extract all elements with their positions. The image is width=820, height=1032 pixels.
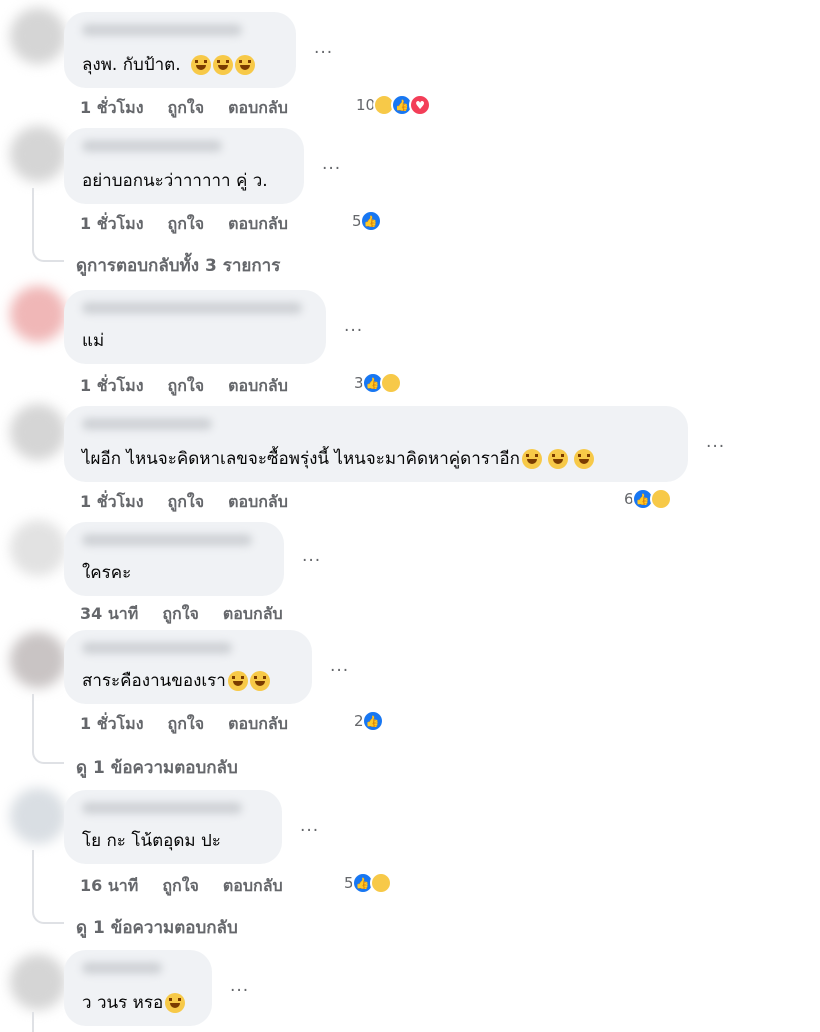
care-reaction-icon [379, 372, 402, 394]
thread-line [32, 694, 34, 750]
author-name[interactable] [82, 302, 302, 314]
comment-bubble: ใครคะ [64, 522, 284, 596]
haha-reaction-icon [369, 872, 392, 894]
avatar[interactable] [10, 520, 66, 576]
reply-button[interactable]: ตอบกลับ [228, 490, 288, 515]
more-options-button[interactable]: ... [322, 154, 341, 174]
view-replies-link[interactable]: ดู 1 ข้อความตอบกลับ [76, 754, 238, 781]
like-reaction-icon: 👍 [359, 210, 382, 232]
reaction-summary[interactable]: 5 👍 [352, 210, 382, 232]
like-button[interactable]: ถูกใจ [168, 374, 205, 399]
joy-emoji [249, 670, 270, 691]
thread-connector [32, 750, 64, 764]
timestamp[interactable]: 16 นาที [80, 874, 138, 899]
comment-bubble: ไผอีก ไหนจะคิดหาเลขจะซื้อพรุ่งนี้ ไหนจะม… [64, 406, 688, 482]
reaction-summary[interactable]: 6 👍 [624, 488, 672, 510]
avatar[interactable] [10, 126, 66, 182]
reply-button[interactable]: ตอบกลับ [228, 374, 288, 399]
like-button[interactable]: ถูกใจ [162, 874, 199, 899]
like-button[interactable]: ถูกใจ [168, 490, 205, 515]
comment-actions: 16 นาที ถูกใจ ตอบกลับ [80, 874, 307, 899]
avatar[interactable] [10, 954, 66, 1010]
comment-text: ว วนร หรอ [82, 989, 186, 1016]
reaction-summary[interactable]: 10 👍 ♥ [356, 94, 432, 116]
thread-line [32, 850, 34, 910]
comment-text: ไผอีก ไหนจะคิดหาเลขจะซื้อพรุ่งนี้ ไหนจะม… [82, 445, 594, 472]
joy-emoji [227, 670, 248, 691]
view-replies-link[interactable]: ดูการตอบกลับทั้ง 3 รายการ [76, 252, 280, 279]
reaction-summary[interactable]: 3 👍 [354, 372, 402, 394]
rofl-emoji [547, 448, 568, 469]
timestamp[interactable]: 1 ชั่วโมง [80, 712, 144, 737]
author-name[interactable] [82, 962, 162, 974]
like-reaction-icon: 👍 [361, 710, 384, 732]
comment-actions: 1 ชั่วโมง ถูกใจ ตอบกลับ [80, 96, 312, 121]
comment-text: แม่ [82, 331, 105, 351]
more-options-button[interactable]: ... [314, 38, 333, 58]
avatar[interactable] [10, 404, 66, 460]
comment-text: อย่าบอกนะว่าาาาาา คู่ ว. [82, 171, 268, 191]
author-name[interactable] [82, 418, 212, 430]
author-name[interactable] [82, 802, 242, 814]
comment-bubble: ว วนร หรอ [64, 950, 212, 1026]
avatar[interactable] [10, 632, 66, 688]
timestamp[interactable]: 34 นาที [80, 602, 138, 627]
sad-face-emoji [212, 54, 233, 75]
haha-reaction-icon [649, 488, 672, 510]
reply-button[interactable]: ตอบกลับ [223, 602, 283, 627]
reaction-summary[interactable]: 2 👍 [354, 710, 384, 732]
more-options-button[interactable]: ... [230, 976, 249, 996]
comment-bubble: สาระคืองานของเรา [64, 630, 312, 704]
comment-actions: 1 ชั่วโมง ถูกใจ ตอบกลับ [80, 712, 312, 737]
smile-emoji [165, 992, 186, 1013]
like-button[interactable]: ถูกใจ [168, 96, 205, 121]
reply-button[interactable]: ตอบกลับ [228, 712, 288, 737]
rofl-emoji [573, 448, 594, 469]
comment-bubble: แม่ [64, 290, 326, 364]
comment-text: โย กะ โน้ตอุดม ปะ [82, 831, 221, 851]
comment-bubble: ลุงพ. กับป้าต. [64, 12, 296, 88]
thread-connector [32, 248, 64, 262]
avatar[interactable] [10, 286, 66, 342]
timestamp[interactable]: 1 ชั่วโมง [80, 212, 144, 237]
author-name[interactable] [82, 140, 222, 152]
timestamp[interactable]: 1 ชั่วโมง [80, 490, 144, 515]
like-button[interactable]: ถูกใจ [168, 212, 205, 237]
thread-connector [32, 910, 64, 924]
comment-text: ใครคะ [82, 563, 132, 583]
comment-text: สาระคืองานของเรา [82, 667, 270, 694]
more-options-button[interactable]: ... [706, 432, 725, 452]
more-options-button[interactable]: ... [300, 816, 319, 836]
author-name[interactable] [82, 642, 232, 654]
timestamp[interactable]: 1 ชั่วโมง [80, 374, 144, 399]
sad-face-emoji [234, 54, 255, 75]
view-replies-link[interactable]: ดู 1 ข้อความตอบกลับ [76, 914, 238, 941]
comment-bubble: อย่าบอกนะว่าาาาาา คู่ ว. [64, 128, 304, 204]
reply-button[interactable]: ตอบกลับ [228, 212, 288, 237]
reaction-summary[interactable]: 5 👍 [344, 872, 392, 894]
like-button[interactable]: ถูกใจ [168, 712, 205, 737]
avatar[interactable] [10, 8, 66, 64]
sad-face-emoji [190, 54, 211, 75]
more-options-button[interactable]: ... [344, 316, 363, 336]
author-name[interactable] [82, 534, 252, 546]
rofl-emoji [521, 448, 542, 469]
reply-button[interactable]: ตอบกลับ [223, 874, 283, 899]
love-reaction-icon: ♥ [409, 94, 432, 116]
reply-button[interactable]: ตอบกลับ [228, 96, 288, 121]
more-options-button[interactable]: ... [302, 546, 321, 566]
author-name[interactable] [82, 24, 242, 36]
avatar[interactable] [10, 788, 66, 844]
thread-line [32, 188, 34, 248]
comment-actions: 34 นาที ถูกใจ ตอบกลับ [80, 602, 307, 627]
comment-actions: 1 ชั่วโมง ถูกใจ ตอบกลับ [80, 490, 312, 515]
comment-actions: 1 ชั่วโมง ถูกใจ ตอบกลับ [80, 212, 312, 237]
comment-text: ลุงพ. กับป้าต. [82, 51, 255, 78]
comment-bubble: โย กะ โน้ตอุดม ปะ [64, 790, 282, 864]
comment-actions: 1 ชั่วโมง ถูกใจ ตอบกลับ [80, 374, 312, 399]
like-button[interactable]: ถูกใจ [162, 602, 199, 627]
more-options-button[interactable]: ... [330, 656, 349, 676]
thread-line [32, 1012, 34, 1032]
timestamp[interactable]: 1 ชั่วโมง [80, 96, 144, 121]
